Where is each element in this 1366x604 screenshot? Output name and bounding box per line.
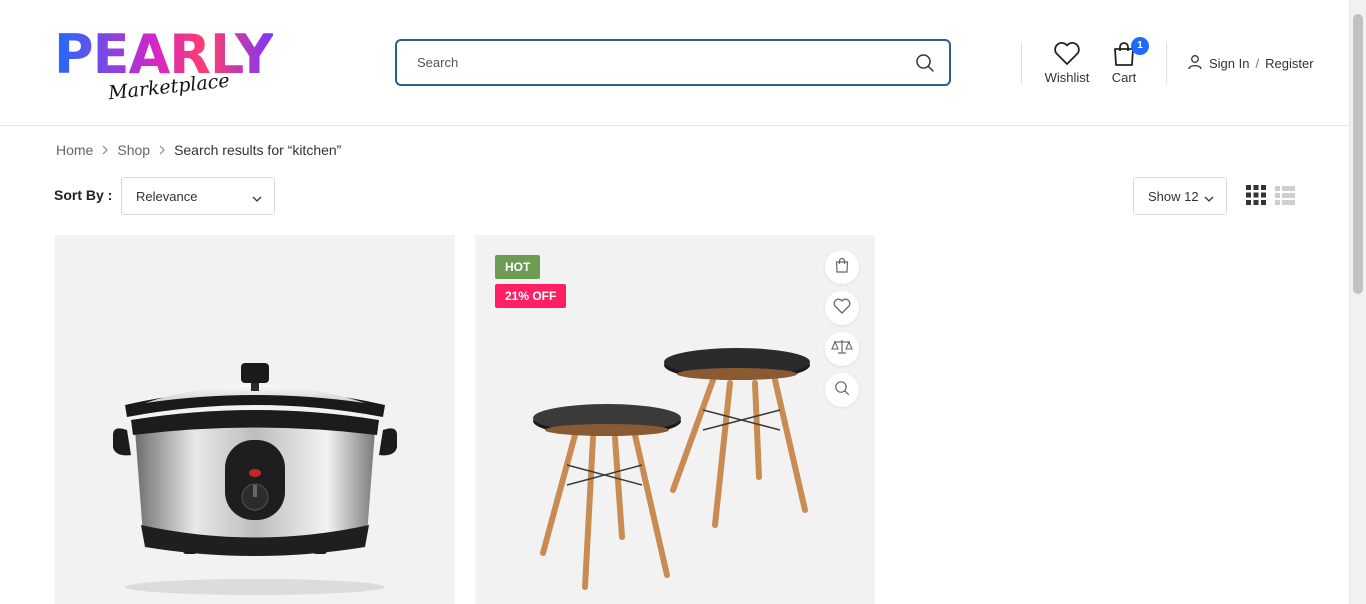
hot-badge: HOT bbox=[495, 255, 541, 279]
site-logo[interactable]: PEARLY Marketplace bbox=[54, 28, 286, 106]
breadcrumb-shop[interactable]: Shop bbox=[117, 142, 150, 158]
chevron-right-icon bbox=[101, 142, 109, 158]
list-view-icon[interactable] bbox=[1275, 185, 1295, 205]
add-to-cart-button[interactable] bbox=[825, 250, 859, 284]
page-scrollbar[interactable] bbox=[1349, 0, 1366, 604]
add-to-wishlist-button[interactable] bbox=[825, 291, 859, 325]
sign-in-link[interactable]: Sign In bbox=[1209, 56, 1249, 71]
compare-button[interactable] bbox=[825, 332, 859, 366]
search-bar bbox=[395, 39, 951, 86]
shopping-bag-icon bbox=[834, 257, 850, 278]
account-separator: / bbox=[1255, 56, 1260, 71]
heart-icon bbox=[833, 298, 851, 319]
cart-button[interactable]: 1 Cart bbox=[1109, 37, 1149, 85]
breadcrumb: Home Shop Search results for “kitchen” bbox=[56, 142, 341, 158]
sort-by-label: Sort By : bbox=[54, 187, 113, 203]
breadcrumb-current: Search results for “kitchen” bbox=[174, 142, 342, 158]
scale-compare-icon bbox=[831, 339, 853, 360]
register-link[interactable]: Register bbox=[1265, 56, 1313, 71]
chevron-down-icon bbox=[252, 192, 262, 202]
product-card[interactable] bbox=[55, 235, 455, 604]
discount-badge: 21% OFF bbox=[495, 284, 567, 308]
chevron-right-icon bbox=[158, 142, 166, 158]
user-icon bbox=[1187, 54, 1203, 73]
sort-selected-value: Relevance bbox=[136, 189, 198, 204]
show-count-select[interactable]: Show 12 bbox=[1133, 177, 1227, 215]
header-divider bbox=[1021, 42, 1022, 84]
search-icon bbox=[834, 380, 850, 401]
grid-view-icon[interactable] bbox=[1246, 185, 1266, 205]
show-count-value: Show 12 bbox=[1148, 189, 1199, 204]
site-header: PEARLY Marketplace Wishlist 1 Cart Sign … bbox=[0, 0, 1349, 126]
cart-label: Cart bbox=[1111, 70, 1137, 85]
wishlist-label: Wishlist bbox=[1044, 70, 1090, 85]
header-divider bbox=[1166, 42, 1167, 84]
account-links: Sign In / Register bbox=[1187, 54, 1314, 73]
sort-select[interactable]: Relevance bbox=[121, 177, 275, 215]
quick-view-button[interactable] bbox=[825, 373, 859, 407]
scrollbar-thumb[interactable] bbox=[1353, 14, 1363, 294]
search-icon[interactable] bbox=[915, 53, 935, 73]
chevron-down-icon bbox=[1204, 192, 1214, 202]
search-input[interactable] bbox=[417, 41, 897, 84]
breadcrumb-home[interactable]: Home bbox=[56, 142, 93, 158]
slow-cooker-image[interactable] bbox=[55, 235, 455, 604]
logo-wordmark: PEARLY bbox=[54, 23, 274, 86]
wishlist-button[interactable]: Wishlist bbox=[1044, 40, 1090, 85]
product-card[interactable]: HOT 21% OFF bbox=[475, 235, 875, 604]
heart-icon bbox=[1044, 40, 1090, 68]
cart-count-badge: 1 bbox=[1131, 37, 1149, 55]
